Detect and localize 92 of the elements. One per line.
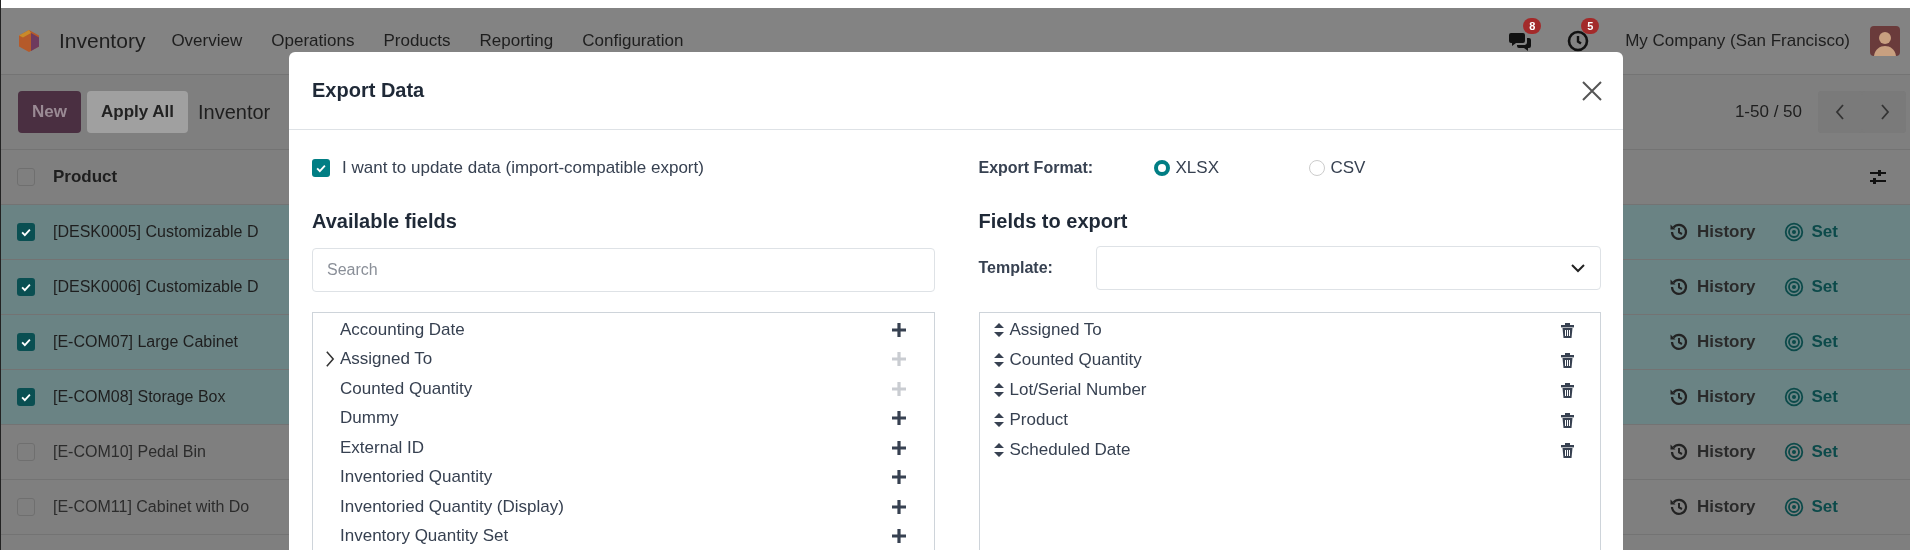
table-cell: [DESK0006] Customizable D	[53, 278, 259, 295]
caret-down-icon	[1570, 263, 1586, 273]
set-button[interactable]: Set	[1811, 497, 1838, 517]
plus-icon[interactable]	[891, 499, 906, 514]
search-field[interactable]: Search	[312, 248, 935, 292]
trash-icon[interactable]	[1561, 352, 1574, 368]
radio-label[interactable]: XLSX	[1175, 158, 1219, 178]
table-cell: [E-COM10] Pedal Bin	[53, 443, 206, 460]
history-button[interactable]: History	[1696, 277, 1756, 297]
field-label: Export Format:	[978, 159, 1095, 177]
trash-icon[interactable]	[1561, 442, 1574, 458]
history-icon[interactable]	[1668, 332, 1689, 352]
menu-item[interactable]: Configuration	[582, 31, 684, 51]
history-button[interactable]: History	[1696, 222, 1756, 242]
checkbox[interactable]	[17, 333, 35, 351]
plus-icon[interactable]	[891, 411, 906, 426]
app-logo-icon	[17, 29, 41, 53]
trash-icon[interactable]	[1561, 412, 1574, 428]
target-icon[interactable]	[1783, 332, 1804, 352]
field-name: Product	[1009, 410, 1070, 430]
checkbox[interactable]	[17, 278, 35, 296]
table-cell: [E-COM08] Storage Box	[53, 388, 226, 405]
history-button[interactable]: History	[1696, 332, 1756, 352]
activity-count-badge: 5	[1581, 18, 1600, 34]
target-icon[interactable]	[1783, 222, 1804, 242]
trash-icon[interactable]	[1561, 322, 1574, 338]
table-cell: [E-COM07] Large Cabinet	[53, 333, 238, 350]
dialog-title: Export Data	[312, 79, 425, 102]
target-icon[interactable]	[1783, 497, 1804, 517]
company-switcher[interactable]: My Company (San Francisco)	[1625, 31, 1850, 51]
target-icon[interactable]	[1783, 442, 1804, 462]
history-button[interactable]: History	[1696, 387, 1756, 407]
breadcrumb[interactable]: Inventor	[198, 100, 271, 124]
checkbox[interactable]	[17, 388, 35, 406]
set-button[interactable]: Set	[1811, 277, 1838, 297]
menu-item[interactable]: Operations	[271, 31, 355, 51]
pager-value: 1-50 / 50	[1734, 102, 1802, 122]
message-count-badge: 8	[1523, 18, 1542, 34]
history-icon[interactable]	[1668, 497, 1689, 517]
app-name[interactable]: Inventory	[59, 29, 146, 53]
close-icon[interactable]	[1581, 79, 1603, 102]
field-name[interactable]: Accounting Date	[340, 319, 892, 340]
menu-item[interactable]: Reporting	[479, 31, 554, 51]
set-button[interactable]: Set	[1811, 222, 1838, 242]
section-heading: Available fields	[312, 209, 458, 234]
table-cell: [DESK0005] Customizable D	[53, 223, 259, 240]
history-button[interactable]: History	[1696, 442, 1756, 462]
field-name: Counted Quantity	[1009, 350, 1143, 370]
history-icon[interactable]	[1668, 387, 1689, 407]
sort-handle-icon[interactable]	[993, 383, 1004, 397]
target-icon[interactable]	[1783, 277, 1804, 297]
clock-icon[interactable]	[1567, 30, 1590, 52]
table-cell: [E-COM11] Cabinet with Do	[53, 498, 250, 515]
plus-icon[interactable]	[891, 322, 906, 337]
history-icon[interactable]	[1668, 222, 1689, 242]
checkbox-label[interactable]: I want to update data (import-compatible export)	[342, 158, 704, 178]
history-icon[interactable]	[1668, 442, 1689, 462]
set-button[interactable]: Set	[1811, 442, 1838, 462]
field-label: Template:	[978, 259, 1054, 277]
target-icon[interactable]	[1783, 387, 1804, 407]
field-name[interactable]: Dummy	[340, 408, 892, 429]
radio-button[interactable]	[1153, 160, 1170, 176]
menu-item[interactable]: Overview	[171, 31, 243, 51]
history-icon[interactable]	[1668, 277, 1689, 297]
sort-handle-icon[interactable]	[993, 443, 1004, 457]
set-button[interactable]: Set	[1811, 332, 1838, 352]
field-name[interactable]: External ID	[340, 437, 892, 458]
checkbox[interactable]	[312, 159, 330, 177]
sort-handle-icon[interactable]	[993, 413, 1004, 427]
avatar-icon[interactable]	[1870, 26, 1900, 56]
history-button[interactable]: History	[1696, 497, 1756, 517]
plus-icon[interactable]	[891, 440, 906, 455]
field-name: Lot/Serial Number	[1009, 380, 1148, 400]
plus-icon[interactable]	[891, 529, 906, 544]
apply-all-button[interactable]: Apply All	[86, 91, 188, 133]
set-button[interactable]: Set	[1811, 387, 1838, 407]
field-name: Scheduled Date	[1009, 440, 1132, 460]
chat-icon[interactable]	[1509, 30, 1532, 52]
section-heading: Fields to export	[978, 209, 1129, 234]
new-button[interactable]: New	[18, 91, 81, 133]
field-name[interactable]: Inventory Quantity Set	[340, 526, 892, 547]
menu-item[interactable]: Products	[383, 31, 451, 51]
sliders-icon[interactable]	[1868, 167, 1888, 187]
field-name[interactable]: Inventoried Quantity (Display)	[340, 496, 892, 517]
sort-handle-icon[interactable]	[993, 353, 1004, 367]
sort-handle-icon[interactable]	[993, 323, 1004, 337]
checkbox[interactable]	[17, 223, 35, 241]
radio-label[interactable]: CSV	[1330, 158, 1366, 178]
field-name[interactable]: Inventoried Quantity	[340, 467, 892, 488]
plus-icon[interactable]	[891, 470, 906, 485]
field-name: Assigned To	[1009, 320, 1103, 340]
trash-icon[interactable]	[1561, 382, 1574, 398]
